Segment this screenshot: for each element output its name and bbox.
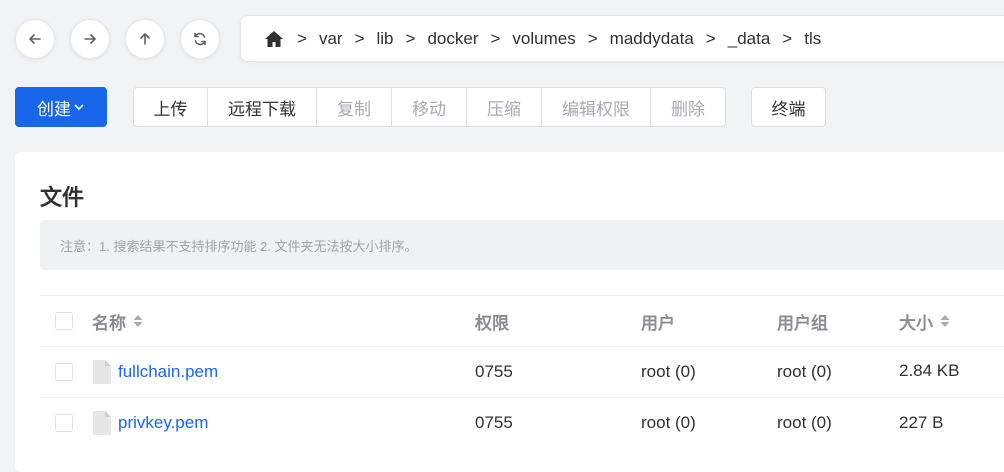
file-permission: 0755 [475,413,513,432]
file-group: root (0) [777,413,832,432]
sort-icon [133,315,143,327]
move-button[interactable]: 移动 [391,87,467,127]
file-icon [93,360,111,384]
breadcrumb-separator: > [587,28,598,48]
up-button[interactable] [125,19,165,59]
column-header-group: 用户组 [777,313,828,333]
row-checkbox[interactable] [55,363,73,381]
delete-button[interactable]: 删除 [650,87,726,127]
column-header-size-label: 大小 [899,313,933,333]
remote-download-button[interactable]: 远程下载 [207,87,317,127]
column-header-size[interactable]: 大小 [899,309,951,334]
column-header-user: 用户 [641,313,675,333]
edit-permission-button[interactable]: 编辑权限 [541,87,651,127]
upload-button[interactable]: 上传 [133,87,208,127]
home-icon[interactable] [263,28,285,50]
arrow-up-icon [140,33,150,45]
breadcrumb-item[interactable]: var [319,29,343,49]
file-permission: 0755 [475,362,513,381]
notice-banner: 注意：1. 搜索结果不支持排序功能 2. 文件夹无法按大小排序。 [40,220,1004,270]
file-user: root (0) [641,362,696,381]
table-row[interactable]: privkey.pem 0755 root (0) root (0) 227 B [40,397,1004,448]
forward-button[interactable] [70,19,110,59]
file-name-cell: privkey.pem [92,410,208,436]
table-header: 名称 权限 用户 用户组 大小 [40,295,1004,346]
breadcrumb-item[interactable]: maddydata [610,29,694,49]
compress-button[interactable]: 压缩 [466,87,542,127]
page-title: 文件 [40,185,85,210]
file-user: root (0) [641,413,696,432]
breadcrumb-separator: > [405,28,416,48]
breadcrumb-separator: > [354,28,365,48]
file-group: root (0) [777,362,832,381]
file-action-group: 上传 远程下载 复制 移动 压缩 编辑权限 删除 [133,87,726,127]
file-panel: 文件 注意：1. 搜索结果不支持排序功能 2. 文件夹无法按大小排序。 名称 权… [15,152,1004,472]
copy-button[interactable]: 复制 [316,87,392,127]
column-header-name-label: 名称 [92,313,126,333]
column-header-name[interactable]: 名称 [92,309,144,334]
table-row[interactable]: fullchain.pem 0755 root (0) root (0) 2.8… [40,346,1004,397]
row-checkbox[interactable] [55,414,73,432]
breadcrumb-item[interactable]: lib [377,29,394,49]
arrow-right-icon [84,34,96,44]
breadcrumb-item[interactable]: _data [728,29,771,49]
back-button[interactable] [15,19,55,59]
file-size: 2.84 KB [899,360,960,380]
breadcrumb-item[interactable]: docker [427,29,478,49]
sort-icon [940,315,950,327]
column-header-permission: 权限 [475,313,509,333]
file-table: 名称 权限 用户 用户组 大小 fullchain.pem 0755 root … [40,295,1004,448]
file-name-cell: fullchain.pem [92,359,218,385]
create-button-label: 创建 [37,99,71,119]
arrow-left-icon [29,34,41,44]
terminal-button[interactable]: 终端 [751,87,826,127]
breadcrumb-separator: > [782,28,793,48]
chevron-down-icon [74,104,84,111]
refresh-button[interactable] [180,19,220,59]
refresh-icon [194,32,206,46]
create-button[interactable]: 创建 [15,87,107,127]
breadcrumb-item-current[interactable]: tls [804,29,821,49]
file-name-link[interactable]: privkey.pem [118,413,208,433]
file-size: 227 B [899,413,944,432]
breadcrumb-separator: > [705,28,716,48]
breadcrumb-separator: > [490,28,501,48]
breadcrumb-separator: > [297,28,307,48]
file-name-link[interactable]: fullchain.pem [118,362,218,382]
breadcrumb-item[interactable]: volumes [512,29,575,49]
breadcrumb: > var > lib > docker > volumes > maddyda… [240,15,1004,62]
select-all-checkbox[interactable] [55,312,73,330]
file-icon [93,411,111,435]
